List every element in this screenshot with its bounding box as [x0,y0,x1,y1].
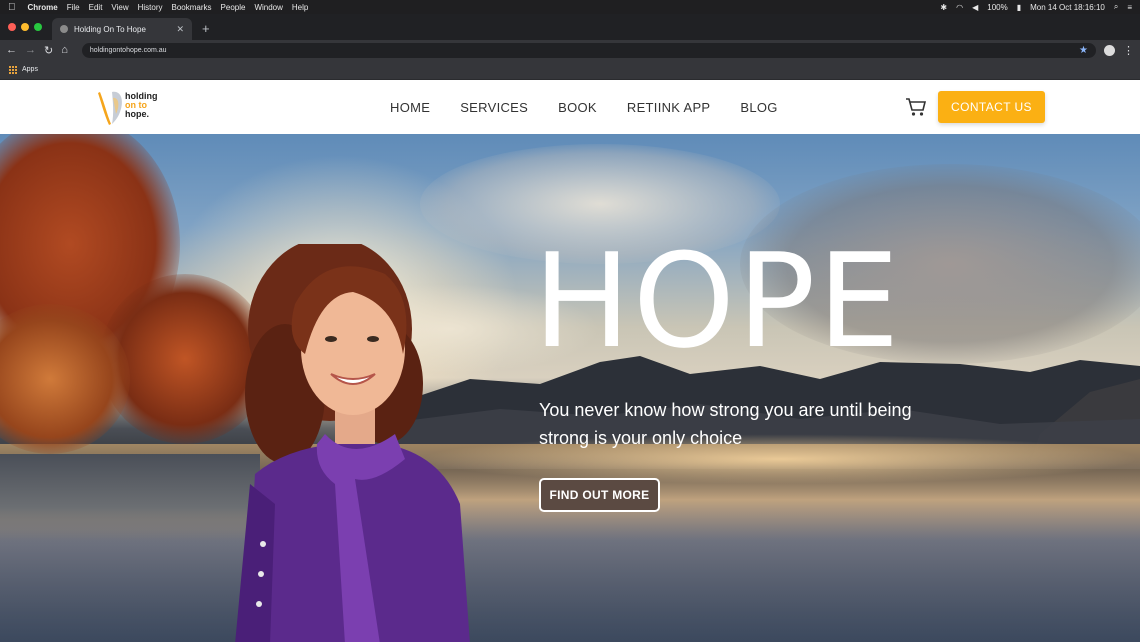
close-tab-icon[interactable]: ✕ [176,24,184,35]
menu-people[interactable]: People [221,3,246,12]
spotlight-icon[interactable]: ⌕ [1114,2,1118,12]
minimize-window-button[interactable] [21,23,29,31]
battery-icon[interactable]: ▮ [1017,3,1021,12]
close-window-button[interactable] [8,23,16,31]
home-icon[interactable]: ⌂ [61,44,68,56]
apps-grid-icon [9,65,17,74]
reload-icon[interactable]: ↻ [44,44,53,57]
hero-section: HOPE You never know how strong you are u… [0,134,1140,642]
bluetooth-icon[interactable]: ✱ [940,3,947,12]
nav-home[interactable]: HOME [390,100,430,115]
main-nav: HOME SERVICES BOOK RETIINK APP BLOG [390,80,778,134]
butterfly-logo-icon [98,91,122,125]
new-tab-button[interactable]: + [202,21,210,36]
site-logo[interactable]: holding on to hope. [98,88,193,126]
cart-icon[interactable] [905,97,927,117]
menu-window[interactable]: Window [254,3,282,12]
favicon-icon [60,25,68,33]
hero-subtitle: You never know how strong you are until … [539,400,912,448]
hero-title: HOPE [533,225,902,377]
tab-title: Holding On To Hope [74,24,146,34]
zoom-window-button[interactable] [34,23,42,31]
chrome-menu-icon[interactable]: ⋮ [1123,44,1134,57]
menu-history[interactable]: History [138,3,163,12]
tab-strip: Holding On To Hope ✕ + [0,14,1140,40]
nav-blog[interactable]: BLOG [740,100,777,115]
apps-bookmark[interactable]: Apps [22,66,38,73]
wifi-icon[interactable]: ◠ [956,3,963,12]
nav-services[interactable]: SERVICES [460,100,528,115]
notification-center-icon[interactable]: ≡ [1127,3,1132,12]
os-menubar:  Chrome File Edit View History Bookmark… [0,0,1140,14]
hero-shore [0,454,260,544]
hero-portrait [235,244,470,642]
contact-us-button[interactable]: CONTACT US [938,91,1045,123]
bookmarks-bar: Apps [0,60,1140,80]
volume-icon[interactable]: ◀ [972,3,978,12]
logo-line-3: hope. [125,109,149,119]
window-controls [8,14,42,40]
app-menu-chrome[interactable]: Chrome [28,3,58,12]
menu-file[interactable]: File [67,3,80,12]
bookmark-star-icon[interactable]: ★ [1079,45,1088,56]
menu-bookmarks[interactable]: Bookmarks [172,3,212,12]
nav-retiink-app[interactable]: RETIINK APP [627,100,711,115]
forward-arrow-icon[interactable]: → [25,44,36,56]
menu-edit[interactable]: Edit [89,3,103,12]
back-arrow-icon[interactable]: ← [6,44,17,56]
browser-toolbar: ← → ↻ ⌂ holdingontohope.com.au ★ ⋮ [0,40,1140,60]
address-bar[interactable]: holdingontohope.com.au ★ [81,42,1096,58]
nav-book[interactable]: BOOK [558,100,597,115]
url-text: holdingontohope.com.au [89,46,167,54]
apple-icon[interactable]:  [8,2,16,13]
profile-avatar[interactable] [1104,44,1115,56]
find-out-more-button[interactable]: FIND OUT MORE [539,478,660,512]
menu-help[interactable]: Help [292,3,308,12]
browser-tab[interactable]: Holding On To Hope ✕ [52,18,192,40]
clock[interactable]: Mon 14 Oct 18:16:10 [1030,3,1105,12]
menu-view[interactable]: View [111,3,128,12]
battery-percent: 100% [987,2,1008,12]
